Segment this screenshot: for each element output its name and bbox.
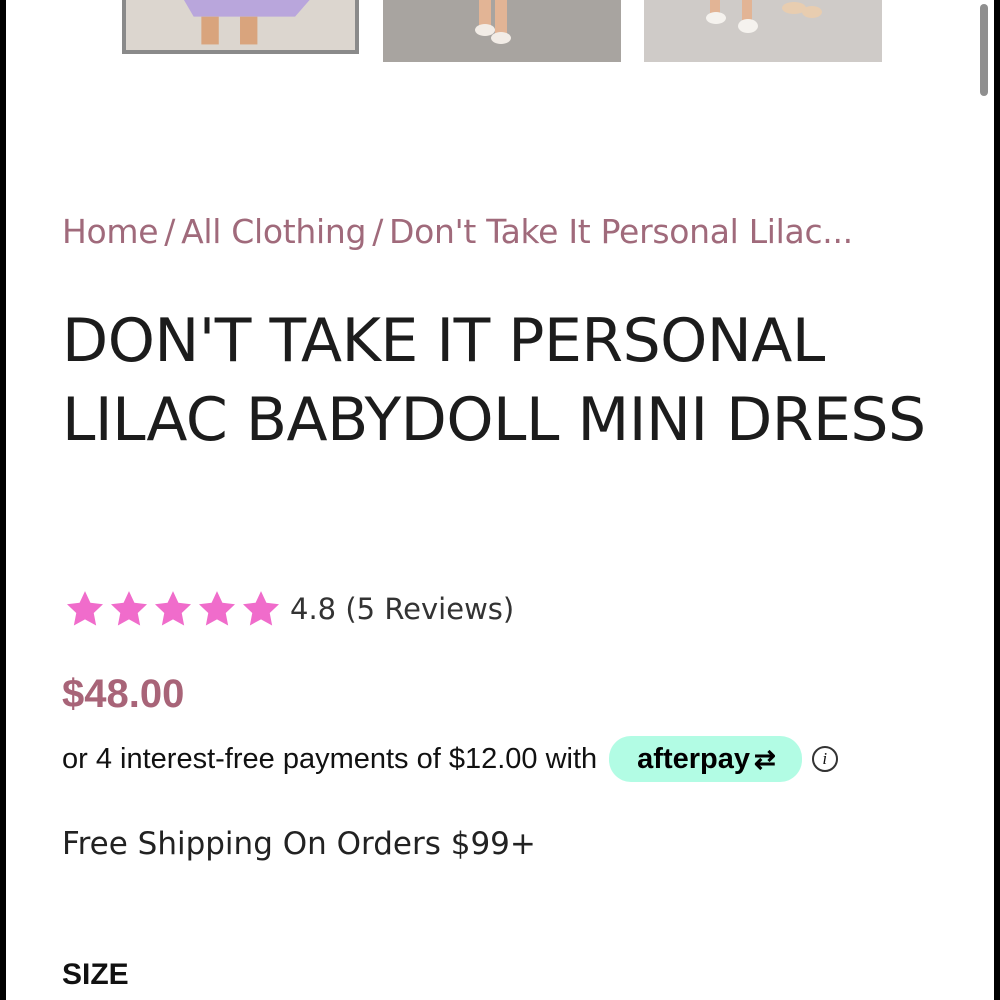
afterpay-badge[interactable]: afterpay ⇄ — [609, 736, 802, 782]
product-title: DON'T TAKE IT PERSONAL LILAC BABYDOLL MI… — [62, 306, 926, 455]
rating-text[interactable]: 4.8 (5 Reviews) — [290, 592, 514, 626]
shoes-photo — [383, 0, 621, 62]
dress-photo — [126, 0, 355, 50]
star-icon — [108, 588, 150, 630]
breadcrumb-current: Don't Take It Personal Lilac... — [389, 212, 853, 251]
product-thumbnail-3[interactable] — [644, 0, 882, 62]
product-rating[interactable]: 4.8 (5 Reviews) — [64, 588, 514, 630]
info-icon[interactable]: i — [811, 746, 838, 772]
star-icon — [64, 588, 106, 630]
afterpay-row: or 4 interest-free payments of $12.00 wi… — [62, 736, 838, 782]
breadcrumb-separator: / — [372, 212, 384, 251]
breadcrumb: Home / All Clothing / Don't Take It Personal… — [62, 212, 853, 251]
star-icon — [240, 588, 282, 630]
product-thumbnail-1[interactable] — [122, 0, 359, 54]
breadcrumb-home[interactable]: Home — [62, 212, 159, 251]
afterpay-logo-text: afterpay — [637, 742, 750, 775]
star-icon — [196, 588, 238, 630]
breadcrumb-all-clothing[interactable]: All Clothing — [181, 212, 366, 251]
breadcrumb-separator: / — [164, 212, 176, 251]
afterpay-arrows-icon: ⇄ — [754, 743, 776, 774]
afterpay-text: or 4 interest-free payments of $12.00 wi… — [62, 742, 598, 775]
size-label: SIZE — [62, 958, 129, 991]
scrollbar[interactable] — [980, 4, 988, 96]
product-price: $48.00 — [62, 672, 185, 716]
shipping-info: Free Shipping On Orders $99+ — [62, 826, 536, 862]
rating-stars — [64, 588, 282, 630]
shoes-photo — [644, 0, 882, 62]
star-icon — [152, 588, 194, 630]
product-thumbnail-2[interactable] — [383, 0, 621, 62]
product-page: Home / All Clothing / Don't Take It Personal… — [6, 0, 994, 1000]
